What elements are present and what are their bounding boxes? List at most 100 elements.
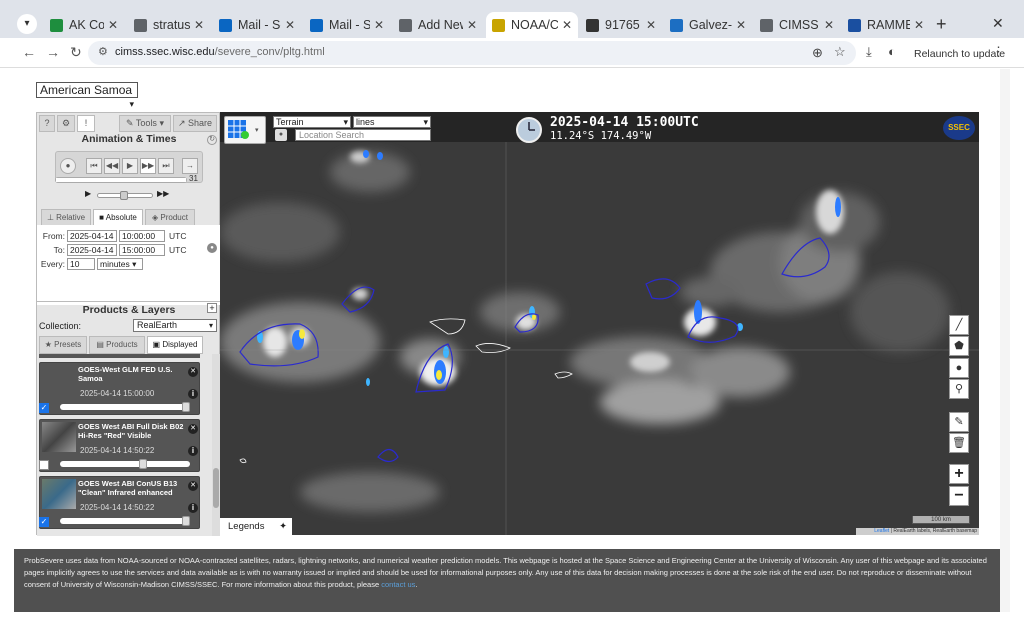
to-time-input[interactable]: 15:00:00 <box>119 244 165 256</box>
from-date-input[interactable]: 2025-04-14 <box>67 230 117 242</box>
layer-switcher-button[interactable]: ▾ <box>224 116 266 144</box>
reset-time-icon[interactable]: ● <box>207 243 217 253</box>
layer-visible-checkbox[interactable]: ✓ <box>39 403 49 413</box>
leaflet-link[interactable]: Leaflet <box>874 528 889 534</box>
layer-opacity-slider[interactable] <box>60 402 190 412</box>
layer-list-scroll-thumb[interactable] <box>213 468 219 508</box>
window-close-button[interactable]: ✕ <box>992 15 1004 32</box>
tab-close-icon[interactable]: ✕ <box>194 18 204 32</box>
tab-product[interactable]: ◈ Product <box>145 209 195 226</box>
reload-icon[interactable]: ↻ <box>70 44 82 61</box>
layer-visible-checkbox[interactable]: ✓ <box>39 460 49 470</box>
layer-info-icon[interactable]: i <box>188 503 198 513</box>
browser-tab[interactable]: Galvez-Da ✕ <box>664 12 752 38</box>
tab-absolute[interactable]: ■ Absolute <box>93 209 143 226</box>
profile-avatar-icon[interactable]: ◐ <box>888 44 896 59</box>
draw-circle-icon[interactable]: ● <box>949 358 969 378</box>
contact-us-link[interactable]: contact us <box>381 580 415 589</box>
forward-arrow-icon[interactable]: → <box>46 44 60 60</box>
region-select[interactable]: American Samoa ▾ <box>36 82 138 109</box>
opacity-slider-thumb[interactable] <box>139 459 148 469</box>
add-layer-button[interactable]: + <box>207 303 217 313</box>
page-scrollbar[interactable] <box>1000 69 1010 612</box>
back-arrow-icon[interactable]: ← <box>22 44 36 60</box>
browser-tab[interactable]: 91765 NSC ✕ <box>580 12 662 38</box>
opacity-slider-thumb[interactable] <box>182 402 190 412</box>
stop-button[interactable]: ● <box>60 158 76 174</box>
tab-close-icon[interactable]: ✕ <box>467 18 477 32</box>
layer-item[interactable]: GOES-West GLM FED U.S. Samoa ✕ 2025-04-1… <box>39 362 200 415</box>
layer-info-icon[interactable]: i <box>188 446 198 456</box>
tab-presets[interactable]: ★ Presets <box>39 336 87 354</box>
tab-search-dropdown-icon[interactable]: ▾ <box>17 14 37 34</box>
to-date-input[interactable]: 2025-04-14 <box>67 244 117 256</box>
remove-layer-icon[interactable]: ✕ <box>188 367 198 377</box>
browser-tab[interactable]: RAMMB/C ✕ <box>842 12 930 38</box>
basemap-select[interactable]: Terrain ▾ <box>273 116 351 128</box>
tab-settings[interactable]: ⚙ <box>57 115 75 132</box>
zoom-icon[interactable]: ⊕ <box>812 45 823 61</box>
play-button[interactable]: ▶ <box>122 158 138 174</box>
remove-layer-icon[interactable]: ✕ <box>188 424 198 434</box>
layer-item[interactable]: GOES West ABI ConUS B13 "Clean" Infrared… <box>39 476 200 529</box>
remove-layer-icon[interactable]: ✕ <box>188 481 198 491</box>
refresh-icon[interactable]: ↻ <box>207 135 217 145</box>
draw-line-icon[interactable]: ╱ <box>949 315 969 335</box>
delete-layers-icon[interactable]: 🗑 <box>949 433 969 453</box>
loop-button[interactable]: → <box>182 158 198 174</box>
zoom-in-button[interactable]: + <box>949 464 969 484</box>
tab-close-icon[interactable]: ✕ <box>646 18 656 32</box>
browser-tab[interactable]: NOAA/CIM ✕ <box>486 12 578 38</box>
legends-toggle[interactable]: Legends ✦ <box>220 518 292 535</box>
map-view[interactable]: ▾ Terrain ▾ lines ▾ ● Location Search 2025… <box>220 112 979 535</box>
tab-close-icon[interactable]: ✕ <box>736 18 746 32</box>
browser-tab[interactable]: AK Copy o ✕ <box>44 12 124 38</box>
site-info-icon[interactable]: ⚙ <box>98 45 108 58</box>
edit-layers-icon[interactable]: ✎ <box>949 412 969 432</box>
last-frame-button[interactable]: ⏭ <box>158 158 174 174</box>
from-time-input[interactable]: 10:00:00 <box>119 230 165 242</box>
tab-close-icon[interactable]: ✕ <box>562 18 572 32</box>
step-back-button[interactable]: ◀◀ <box>104 158 120 174</box>
browser-tab[interactable]: Mail - Scot ✕ <box>213 12 301 38</box>
location-search-input[interactable]: Location Search <box>295 129 431 141</box>
tab-close-icon[interactable]: ✕ <box>285 18 295 32</box>
browser-menu-icon[interactable]: ⋮ <box>992 44 1005 60</box>
step-forward-button[interactable]: ▶▶ <box>140 158 156 174</box>
bookmark-star-icon[interactable]: ☆ <box>834 44 846 60</box>
tab-tools[interactable]: ✎ Tools ▾ <box>119 115 171 132</box>
browser-tab[interactable]: Add New ✕ <box>393 12 483 38</box>
tab-close-icon[interactable]: ✕ <box>108 18 118 32</box>
speed-slider[interactable] <box>97 191 153 200</box>
opacity-slider-thumb[interactable] <box>182 516 190 526</box>
tab-help[interactable]: ? <box>39 115 55 132</box>
layer-opacity-slider[interactable] <box>60 459 190 469</box>
layer-list-scrollbar[interactable] <box>212 354 220 536</box>
new-tab-button[interactable]: + <box>936 14 947 35</box>
tab-share[interactable]: ↗ Share <box>173 115 217 132</box>
layer-item[interactable]: GOES West ABI Full Disk B02 Hi-Res "Red"… <box>39 419 200 472</box>
tab-close-icon[interactable]: ✕ <box>374 18 384 32</box>
layer-visible-checkbox[interactable]: ✓ <box>39 517 49 527</box>
layer-info-icon[interactable]: i <box>188 389 198 399</box>
tab-products[interactable]: ▤ Products <box>89 336 145 354</box>
browser-tab[interactable]: stratus.ssec ✕ <box>128 12 210 38</box>
draw-marker-icon[interactable]: ⚲ <box>949 379 969 399</box>
browser-tab[interactable]: Mail - Scot ✕ <box>304 12 390 38</box>
tab-close-icon[interactable]: ✕ <box>824 18 834 32</box>
tab-relative[interactable]: ⊥ Relative <box>41 209 91 226</box>
every-input[interactable]: 10 <box>67 258 95 270</box>
frame-progress-bar[interactable] <box>55 177 187 183</box>
overlay-select[interactable]: lines ▾ <box>353 116 431 128</box>
browser-tab[interactable]: CIMSS Sat ✕ <box>754 12 840 38</box>
tab-info[interactable]: ! <box>77 115 95 132</box>
zoom-out-button[interactable]: − <box>949 486 969 506</box>
url-text[interactable]: cimss.ssec.wisc.edu/severe_conv/pltg.htm… <box>115 46 325 58</box>
download-icon[interactable]: ⤓ <box>866 44 872 60</box>
address-bar[interactable]: ⚙ cimss.ssec.wisc.edu/severe_conv/pltg.h… <box>88 41 856 65</box>
speed-slider-thumb[interactable] <box>119 191 128 200</box>
draw-polygon-icon[interactable]: ⬟ <box>949 336 969 356</box>
layer-opacity-slider[interactable] <box>60 516 190 526</box>
first-frame-button[interactable]: ⏮ <box>86 158 102 174</box>
ssec-logo[interactable]: SSEC <box>943 116 975 140</box>
